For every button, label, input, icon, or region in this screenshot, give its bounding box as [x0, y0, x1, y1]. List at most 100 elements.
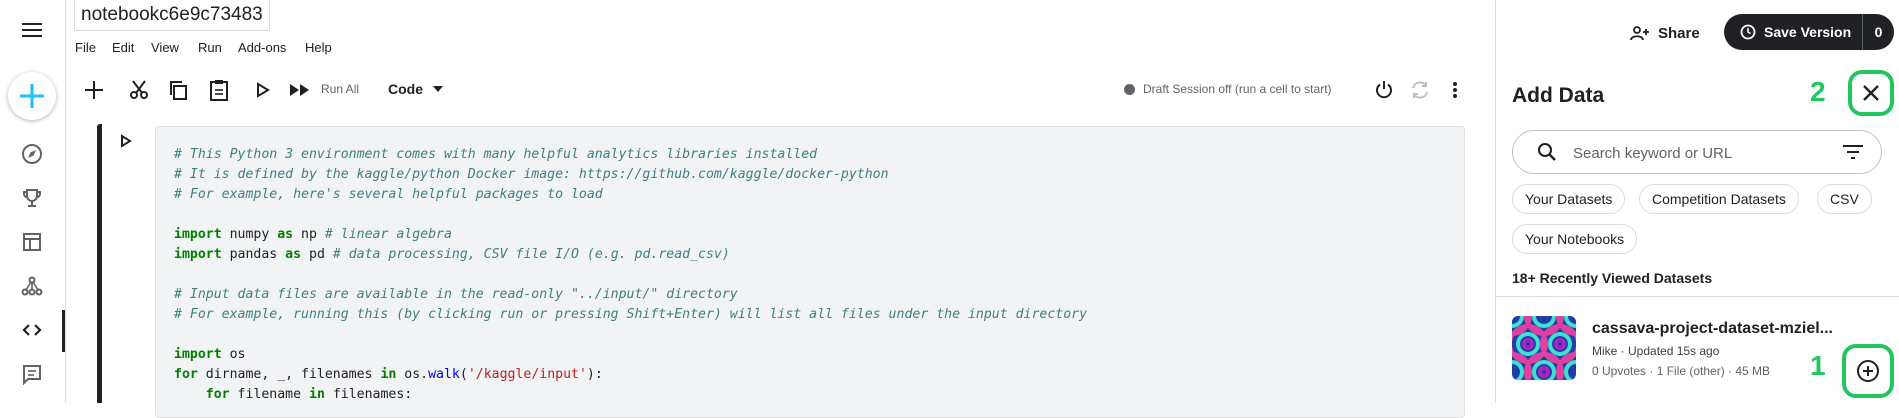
code-token: # This Python 3 environment comes with m… — [174, 147, 818, 162]
cut-button[interactable] — [127, 78, 151, 102]
code-token: import — [174, 247, 222, 262]
plus-icon — [20, 84, 44, 108]
annotation-marker-1: 1 — [1810, 350, 1826, 381]
chevron-down-icon — [433, 86, 443, 92]
code-line: import numpy as np # linear algebra — [174, 225, 1464, 245]
code-token: # For example, here's several helpful pa… — [174, 187, 603, 202]
code-token: import — [174, 227, 222, 242]
code-token: numpy — [221, 227, 278, 242]
add-circle-icon — [1857, 360, 1879, 382]
refresh-button[interactable] — [1408, 78, 1432, 102]
code-line: # It is defined by the kaggle/python Doc… — [174, 165, 1464, 185]
save-version-icon — [1740, 24, 1756, 40]
cell-run-button[interactable] — [120, 134, 132, 153]
run-icon — [257, 82, 270, 98]
more-vert-icon — [1453, 82, 1457, 98]
code-token: # linear algebra — [324, 227, 452, 242]
annotation-marker-2: 2 — [1810, 76, 1826, 107]
code-token: ): — [586, 367, 603, 382]
table-icon[interactable] — [18, 228, 46, 256]
menu-file[interactable]: File — [75, 40, 96, 55]
menu-view[interactable]: View — [151, 40, 179, 55]
panel-divider — [1495, 0, 1496, 403]
code-icon[interactable] — [18, 316, 46, 344]
code-token: in — [380, 367, 397, 382]
code-token: np — [293, 227, 325, 242]
chip-your-datasets[interactable]: Your Datasets — [1512, 184, 1626, 214]
code-line: # For example, running this (by clicking… — [174, 305, 1464, 325]
compass-icon[interactable] — [18, 140, 46, 168]
code-token: as — [285, 247, 302, 262]
code-token: # Input data files are available in the … — [174, 287, 738, 302]
code-token: dirname, _, filenames — [197, 367, 381, 382]
paste-button[interactable] — [207, 78, 231, 102]
code-content[interactable]: # This Python 3 environment comes with m… — [156, 127, 1464, 405]
code-token: as — [277, 227, 294, 242]
share-label: Share — [1658, 24, 1700, 42]
add-dataset-button[interactable] — [1842, 344, 1894, 398]
run-cell-button[interactable] — [253, 78, 273, 102]
session-status: Draft Session off (run a cell to start) — [1124, 82, 1332, 96]
chip-competition-datasets[interactable]: Competition Datasets — [1639, 184, 1799, 214]
code-token: os — [221, 347, 246, 362]
code-token: '/kaggle/input' — [467, 367, 587, 382]
code-token: pd — [301, 247, 333, 262]
section-divider — [1496, 296, 1899, 297]
copy-icon — [170, 81, 187, 100]
code-token: import — [174, 347, 222, 362]
hamburger-icon[interactable] — [18, 16, 46, 44]
menu-help[interactable]: Help — [305, 40, 332, 55]
status-dot — [1124, 83, 1135, 95]
chip-your-notebooks[interactable]: Your Notebooks — [1512, 224, 1638, 254]
comment-icon[interactable] — [18, 360, 46, 388]
trophy-icon[interactable] — [18, 184, 46, 212]
refresh-icon — [1412, 81, 1428, 99]
close-icon — [1863, 85, 1879, 101]
code-token: # It is defined by the kaggle/python Doc… — [174, 167, 889, 182]
code-token: filename — [229, 387, 309, 402]
code-token: ( — [459, 367, 468, 382]
code-token: pandas — [221, 247, 286, 262]
code-token: # For example, running this (by clicking… — [174, 307, 1088, 322]
run-all-label[interactable]: Run All — [321, 82, 359, 96]
search-icon — [1538, 143, 1556, 161]
dataset-title[interactable]: cassava-project-dataset-mziel... — [1592, 320, 1852, 338]
code-token: filenames: — [324, 387, 413, 402]
close-panel-button[interactable] — [1848, 70, 1894, 116]
save-version-button[interactable]: Save Version 0 — [1724, 14, 1894, 50]
panel-title: Add Data — [1512, 84, 1605, 107]
share-icon — [1630, 26, 1649, 41]
search-input[interactable] — [1571, 141, 1835, 165]
code-line: # For example, here's several helpful pa… — [174, 185, 1464, 205]
code-token: walk — [428, 367, 460, 382]
share-button[interactable]: Share — [1630, 20, 1700, 46]
run-all-button[interactable] — [287, 78, 313, 102]
menu-edit[interactable]: Edit — [112, 40, 134, 55]
cell-type-select[interactable]: Code — [388, 81, 443, 97]
run-all-icon — [290, 84, 309, 96]
code-editor[interactable]: # This Python 3 environment comes with m… — [155, 126, 1465, 418]
filter-icon[interactable] — [1843, 144, 1863, 160]
notebook-title[interactable]: notebookc6e9c73483 — [74, 0, 270, 31]
power-button[interactable] — [1372, 78, 1396, 102]
plus-icon — [85, 81, 103, 99]
copy-button[interactable] — [166, 78, 190, 102]
save-version-label: Save Version — [1764, 24, 1852, 40]
more-options-button[interactable] — [1446, 78, 1464, 102]
menu-run[interactable]: Run — [198, 40, 222, 55]
left-rail — [0, 0, 66, 403]
code-line: for filename in filenames: — [174, 385, 1464, 405]
menu-addons[interactable]: Add-ons — [238, 40, 286, 55]
add-cell-button[interactable] — [82, 78, 106, 102]
create-button[interactable] — [8, 72, 56, 120]
network-icon[interactable] — [18, 272, 46, 300]
dataset-thumbnail[interactable] — [1512, 316, 1576, 380]
code-token: for — [205, 387, 230, 402]
chip-csv[interactable]: CSV — [1817, 184, 1872, 214]
dataset-search[interactable] — [1512, 130, 1882, 174]
run-icon — [121, 134, 132, 148]
cell-selection-bar — [97, 124, 102, 403]
